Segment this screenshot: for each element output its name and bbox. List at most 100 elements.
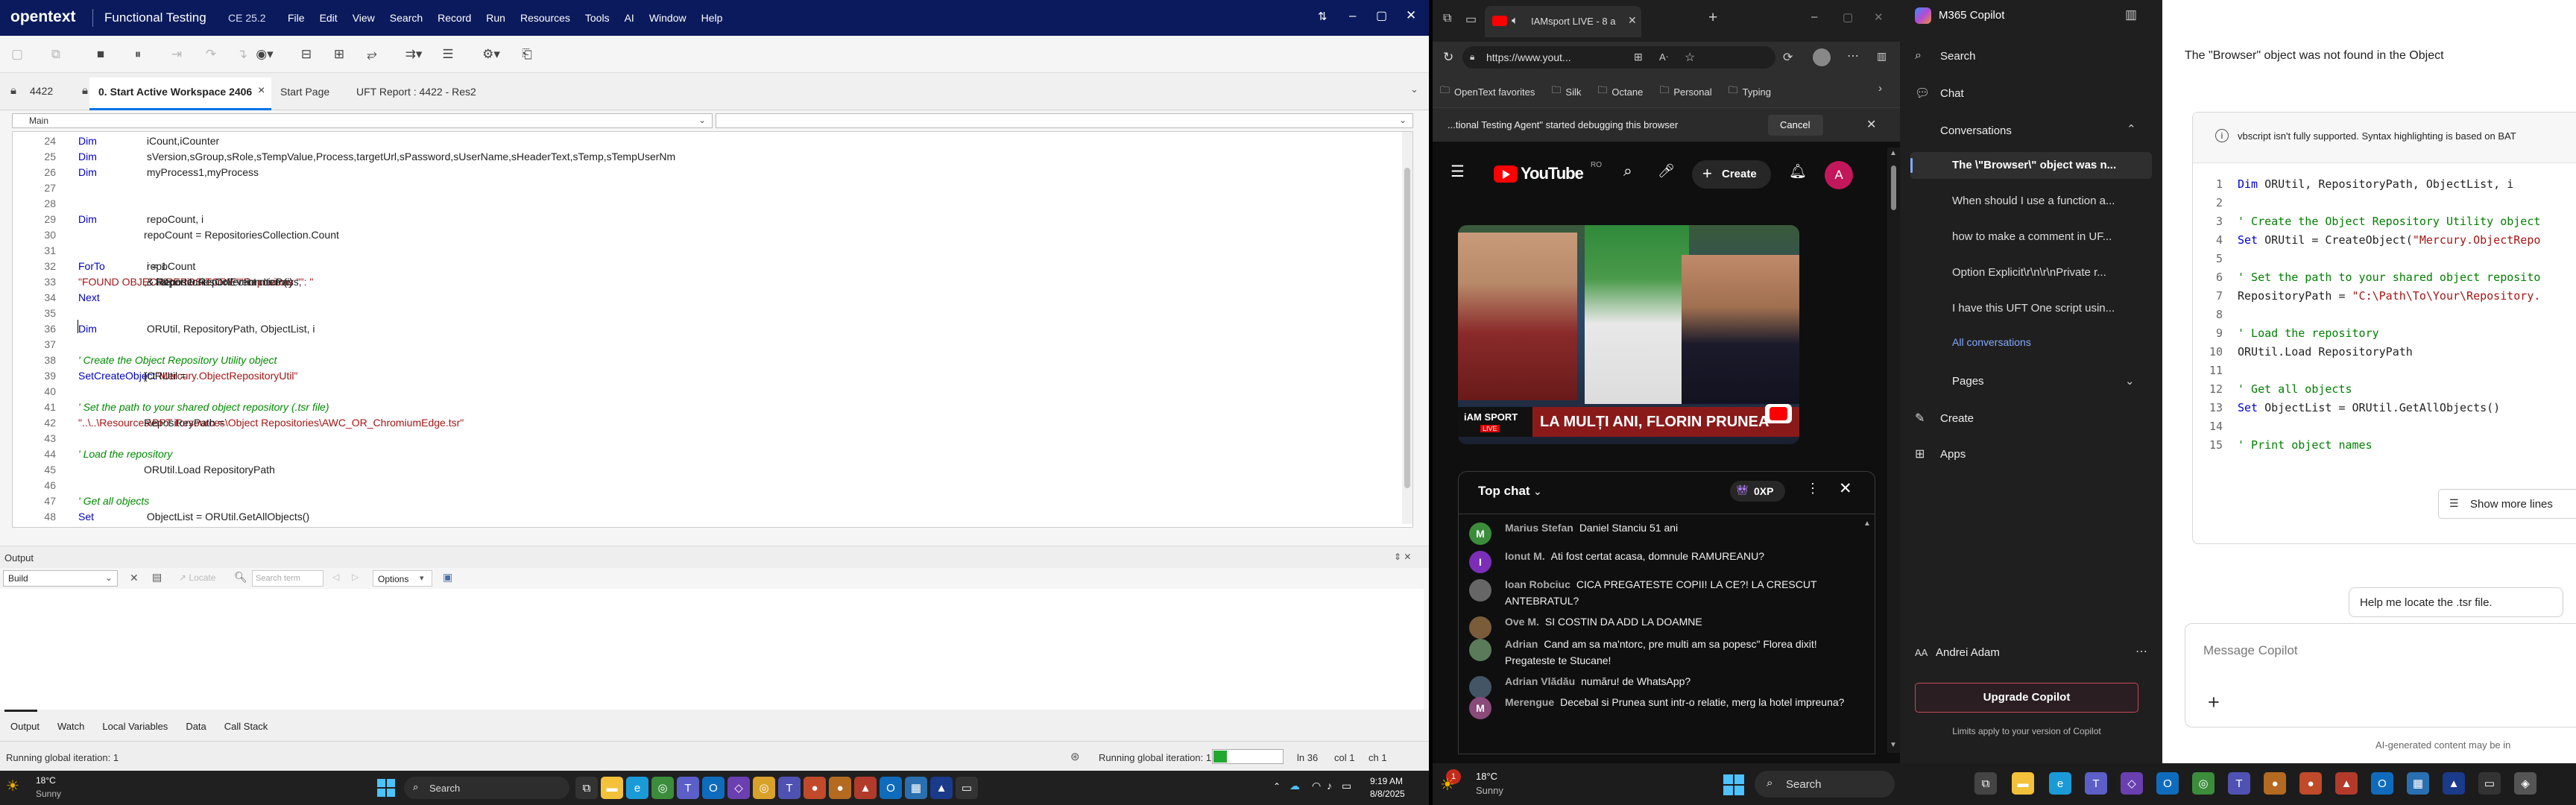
bottom-tab[interactable]: Output (10, 721, 40, 732)
conversation-item[interactable]: When should I use a function a... (1910, 188, 2152, 215)
avatar[interactable] (1469, 579, 1491, 602)
teams-icon[interactable]: T (2085, 772, 2107, 795)
chrome-icon[interactable]: ◎ (753, 777, 775, 799)
file-explorer-icon[interactable]: ▬ (2012, 772, 2034, 795)
tab-close-icon[interactable]: × (258, 84, 265, 98)
file-explorer-icon[interactable]: ▬ (601, 777, 623, 799)
maximize-button[interactable]: ▢ (1843, 10, 1853, 24)
chrome-icon[interactable]: ◎ (2192, 772, 2214, 795)
clock-time[interactable]: 9:19 AM (1370, 776, 1403, 786)
conversation-item[interactable]: Option Explicit\r\n\r\nPrivate r... (1910, 259, 2152, 286)
tray-arrow-icon[interactable]: ⌃ (1273, 781, 1281, 792)
export-log-icon[interactable]: ▣ (443, 571, 452, 584)
start-button[interactable] (1723, 774, 1744, 795)
run-from-step-icon[interactable]: ⇉▾ (402, 43, 425, 66)
volume-icon[interactable]: ♪ (1327, 780, 1332, 792)
app-icon[interactable]: ◈ (2514, 772, 2536, 795)
subscribe-icon[interactable] (1765, 404, 1792, 423)
avatar[interactable]: A (1825, 161, 1853, 189)
menu-icon[interactable]: ☰ (1450, 162, 1465, 181)
visual-studio-icon[interactable]: ◇ (2121, 772, 2143, 795)
favorite-item[interactable]: 🗀︎ Personal (1659, 83, 1711, 100)
member-select[interactable]: ⌄ (716, 113, 1413, 128)
menu-item[interactable]: Help (694, 12, 730, 24)
action-select[interactable]: Main ⌄ (12, 113, 713, 128)
close-button[interactable]: ✕ (1874, 10, 1884, 24)
clock-date[interactable]: 8/8/2025 (1370, 789, 1405, 799)
workspaces-icon[interactable]: ⧉ (1443, 12, 1451, 25)
microphone-icon[interactable]: 🎤︎ (1658, 163, 1675, 179)
video-player[interactable]: iAM SPORT LIVE LA MULȚI ANI, FLORIN PRUN… (1458, 225, 1799, 444)
tabs-dropdown-icon[interactable]: ⌄ (1410, 83, 1418, 95)
favorites-overflow-icon[interactable]: › (1878, 82, 1882, 95)
wifi-icon[interactable]: ◠ (1312, 780, 1321, 792)
cancel-debug-button[interactable]: Cancel (1768, 115, 1823, 136)
collapse-sidebar-icon[interactable]: ▥ (2125, 7, 2137, 22)
app-icon[interactable]: ▦ (2407, 772, 2429, 795)
breakpoint-icon[interactable]: ⊞ (328, 43, 350, 66)
all-conversations-link[interactable]: All conversations (1952, 336, 2031, 348)
uft-icon[interactable]: ▲ (930, 777, 953, 799)
upgrade-copilot-button[interactable]: Upgrade Copilot (1915, 683, 2138, 713)
notifications-icon[interactable]: 🔔︎ (1789, 162, 1807, 180)
chat-author[interactable]: Ioan Robciuc (1505, 578, 1570, 590)
avatar[interactable]: I (1469, 551, 1491, 573)
taskbar-search[interactable]: ⌕ Search (404, 777, 569, 799)
wrap-icon[interactable]: ▤ (152, 571, 162, 584)
top-chat-selector[interactable]: Top chat ⌄ (1478, 484, 1542, 499)
attach-plus-icon[interactable]: + (2208, 691, 2220, 714)
pane-controls[interactable]: ⇕ ✕ (1394, 552, 1411, 562)
new-icon[interactable]: ▢ (6, 43, 28, 66)
weather-icon[interactable]: ☀ (6, 777, 19, 795)
new-tab-icon[interactable]: + (1708, 9, 1717, 27)
chat-author[interactable]: Merengue (1505, 696, 1554, 708)
next-result-icon[interactable]: ▷ (352, 572, 359, 582)
address-bar[interactable]: 🔒︎ https://www.yout... ⊞ Aᐧ ☆ (1462, 46, 1775, 69)
outlook-icon[interactable]: O (880, 777, 902, 799)
bottom-tab[interactable]: Local Variables (102, 721, 168, 732)
stop-icon[interactable]: ■ (89, 43, 112, 66)
teams-icon[interactable]: T (2228, 772, 2250, 795)
record-options-icon[interactable]: ◉▾ (253, 43, 276, 66)
app-icon[interactable]: ▦ (905, 777, 927, 799)
app-icon[interactable]: ● (2264, 772, 2286, 795)
minimize-button[interactable]: – (1811, 10, 1817, 23)
battery-icon[interactable]: ▭ (1342, 780, 1351, 792)
close-button[interactable]: ✕ (1406, 8, 1416, 23)
window-extra-button[interactable]: ⇅ (1318, 10, 1328, 23)
favorite-item[interactable]: 🗀︎ OpenText favorites (1440, 83, 1535, 100)
grid-icon[interactable]: ⊞ (1634, 51, 1643, 63)
chrome-icon[interactable]: ◎ (651, 777, 674, 799)
uft-icon[interactable]: ▲ (2443, 772, 2465, 795)
avatar[interactable]: M (1469, 523, 1491, 545)
edge-icon[interactable]: e (626, 777, 648, 799)
chat-author[interactable]: Ove M. (1505, 616, 1539, 628)
avatar[interactable]: M (1469, 697, 1491, 719)
menu-item[interactable]: Window (642, 12, 694, 24)
bottom-tab[interactable]: Watch (57, 721, 84, 732)
scroll-down-icon[interactable]: ▼ (1890, 741, 1897, 749)
step-out-icon[interactable]: ↴ (231, 43, 253, 66)
bottom-tab[interactable]: Call Stack (224, 721, 268, 732)
weather-icon[interactable]: ☀ (1440, 775, 1455, 795)
options-dropdown[interactable]: Options ▾ (373, 570, 432, 587)
suggestion-chip[interactable]: Help me locate the .tsr file. (2349, 587, 2563, 617)
editor-vertical-scrollbar[interactable] (1402, 132, 1412, 524)
tab-close-icon[interactable]: ✕ (1628, 14, 1637, 27)
chat-author[interactable]: Adrian Vlădău (1505, 675, 1575, 687)
taskbar-search[interactable]: ⌕ Search (1755, 771, 1895, 798)
menu-item[interactable]: Record (430, 12, 479, 24)
minimize-button[interactable]: – (1349, 8, 1356, 23)
youtube-logo[interactable] (1494, 165, 1518, 183)
outlook-icon[interactable]: O (702, 777, 724, 799)
close-infobar-icon[interactable]: ✕ (1866, 117, 1876, 132)
list-icon[interactable]: ☰ (437, 43, 459, 66)
app-icon[interactable]: ● (2299, 772, 2322, 795)
nav-apps[interactable]: ⊞ Apps (1915, 444, 2138, 467)
chat-author[interactable]: Adrian (1505, 638, 1538, 650)
task-view-icon[interactable]: ⧉ (575, 777, 598, 799)
scroll-up-icon[interactable]: ▲ (1890, 149, 1897, 157)
nav-chat[interactable]: 💬︎ Chat (1915, 83, 2138, 106)
onedrive-icon[interactable]: ☁ (1289, 780, 1300, 792)
read-aloud-icon[interactable]: Aᐧ (1659, 51, 1668, 63)
